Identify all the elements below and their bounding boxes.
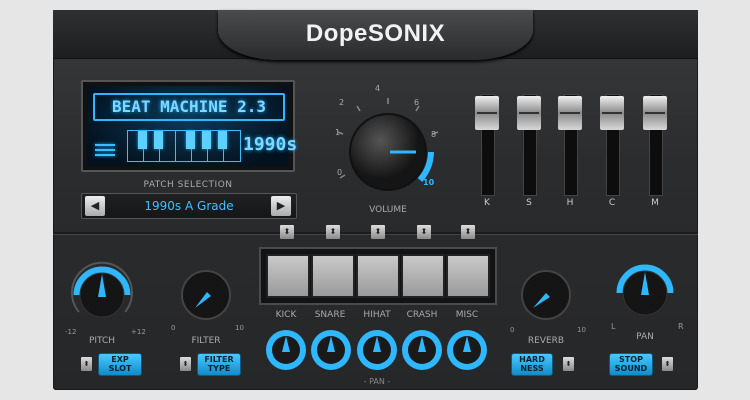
lcd-era: 1990s	[243, 134, 298, 155]
pad-crash[interactable]	[401, 254, 445, 298]
pad-kick-stepper[interactable]: ⬍	[280, 225, 294, 239]
reverb-min: 0	[510, 326, 515, 334]
pad-misc-stepper[interactable]: ⬍	[461, 225, 475, 239]
reverb-max: 10	[577, 326, 586, 334]
pad-misc[interactable]	[446, 254, 490, 298]
pan-max: R	[678, 322, 684, 331]
pan-knob-misc[interactable]	[445, 328, 489, 372]
fader-kick[interactable]: K	[475, 88, 499, 216]
stop-sound-stepper[interactable]: ⬍	[662, 357, 673, 371]
pad-snare-stepper[interactable]: ⬍	[326, 225, 340, 239]
pad-label-snare: SNARE	[314, 310, 346, 320]
reverb-label: REVERB	[527, 336, 565, 346]
pad-hihat-stepper[interactable]: ⬍	[371, 225, 385, 239]
menu-icon[interactable]	[95, 144, 115, 159]
pan-label: PAN	[636, 332, 654, 342]
pad-label-misc: MISC	[455, 310, 479, 320]
pitch-min: -12	[65, 328, 77, 336]
filter-label: FILTER	[191, 336, 221, 346]
pitch-knob[interactable]	[67, 260, 137, 330]
pad-label-hihat: HIHAT	[363, 310, 391, 320]
plugin-window: DopeSONIX BEAT MACHINE 2.3 1990s PATCH S…	[53, 10, 698, 390]
filter-min: 0	[171, 324, 176, 332]
exp-slot-button[interactable]: EXP SLOT	[99, 354, 141, 375]
patch-selection-label: PATCH SELECTION	[143, 180, 233, 190]
hardness-button[interactable]: HARD NESS	[512, 354, 552, 375]
patch-name[interactable]: 1990s A Grade	[110, 196, 268, 216]
fader-label: C	[608, 198, 616, 208]
fader-label: S	[526, 198, 532, 208]
volume-tick-2: 2	[339, 98, 345, 107]
patch-prev-button[interactable]: ◀	[85, 196, 105, 216]
volume-tick-6: 6	[414, 98, 420, 107]
pitch-max: +12	[131, 328, 146, 336]
volume-tick-4: 4	[375, 84, 381, 93]
volume-label: VOLUME	[369, 205, 407, 215]
pad-crash-stepper[interactable]: ⬍	[417, 225, 431, 239]
volume-tick-0: 0	[337, 168, 343, 177]
pan-knob-snare[interactable]	[309, 328, 353, 372]
fader-label: K	[484, 198, 490, 208]
lcd-screen: BEAT MACHINE 2.3 1990s	[87, 86, 297, 166]
pitch-label: PITCH	[88, 336, 116, 346]
pad-grid	[259, 247, 497, 305]
fader-snare[interactable]: S	[517, 88, 541, 216]
fader-crash[interactable]: C	[600, 88, 624, 216]
patch-next-button[interactable]: ▶	[271, 196, 291, 216]
pan-knob-kick[interactable]	[264, 328, 308, 372]
pan-group-label: - PAN -	[363, 377, 391, 386]
pad-label-kick: KICK	[275, 310, 297, 320]
volume-knob[interactable]	[328, 92, 448, 212]
volume-tick-1: 1	[335, 128, 341, 137]
filter-type-stepper[interactable]: ⬍	[180, 357, 191, 371]
reverb-knob[interactable]	[511, 260, 581, 330]
pad-label-crash: CRASH	[406, 310, 438, 320]
stop-sound-button[interactable]: STOP SOUND	[610, 354, 652, 375]
hardness-stepper[interactable]: ⬍	[563, 357, 574, 371]
fader-misc[interactable]: M	[643, 88, 667, 216]
pan-knob[interactable]	[610, 258, 680, 328]
volume-tick-8: 8	[431, 130, 437, 139]
exp-slot-stepper[interactable]: ⬍	[81, 357, 92, 371]
filter-type-button[interactable]: FILTER TYPE	[198, 354, 240, 375]
volume-tick-10: 10	[423, 178, 435, 187]
pad-snare[interactable]	[311, 254, 355, 298]
title-plate: DopeSONIX	[218, 10, 533, 60]
patch-selector: ◀ 1990s A Grade ▶	[81, 193, 297, 219]
filter-max: 10	[235, 324, 244, 332]
pan-min: L	[611, 322, 616, 331]
top-bar: DopeSONIX	[53, 10, 698, 60]
fader-label: H	[566, 198, 574, 208]
fader-hihat[interactable]: H	[558, 88, 582, 216]
pan-knob-crash[interactable]	[400, 328, 444, 372]
pad-hihat[interactable]	[356, 254, 400, 298]
pad-kick[interactable]	[266, 254, 310, 298]
pan-knob-hihat[interactable]	[355, 328, 399, 372]
lcd-title: BEAT MACHINE 2.3	[93, 93, 285, 121]
fader-label: M	[651, 198, 659, 208]
lcd-display: BEAT MACHINE 2.3 1990s	[81, 80, 297, 172]
filter-knob[interactable]	[171, 260, 241, 330]
piano-keys-icon	[127, 130, 241, 162]
app-title: DopeSONIX	[305, 20, 446, 47]
